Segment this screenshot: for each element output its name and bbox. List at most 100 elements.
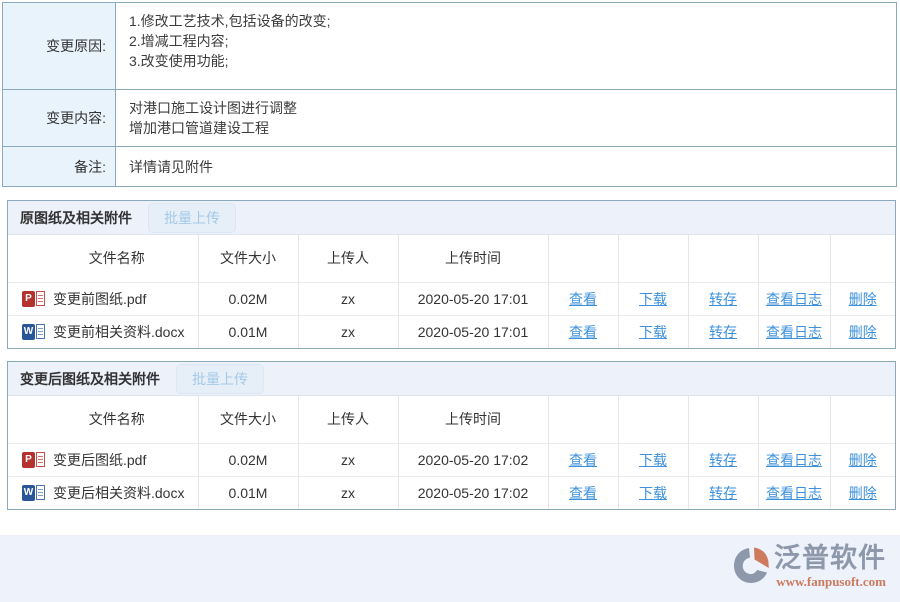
file-uploader: zx: [298, 476, 398, 509]
file-name: 变更后图纸.pdf: [53, 450, 146, 470]
remark-value: 详情请见附件: [116, 147, 896, 186]
changed-attachments-table: 文件名称 文件大小 上传人 上传时间 P: [8, 396, 895, 509]
file-cell: W 变更前相关资料.docx: [22, 322, 198, 342]
view-link[interactable]: 查看: [569, 485, 597, 501]
transfer-link[interactable]: 转存: [709, 485, 737, 501]
file-cell: W 变更后相关资料.docx: [22, 483, 198, 503]
transfer-link[interactable]: 转存: [709, 452, 737, 468]
change-reason-line-3: 3.改变使用功能;: [129, 51, 896, 71]
original-attachments-table: 文件名称 文件大小 上传人 上传时间 P: [8, 235, 895, 348]
view-link[interactable]: 查看: [569, 291, 597, 307]
change-reason-line-1: 1.修改工艺技术,包括设备的改变;: [129, 11, 896, 31]
file-size: 0.01M: [198, 315, 298, 348]
column-header-action: [618, 235, 688, 282]
file-name: 变更前相关资料.docx: [53, 322, 184, 342]
batch-upload-button[interactable]: 批量上传: [176, 364, 264, 394]
original-attachments-section: 原图纸及相关附件 批量上传 文件名称 文件大小 上传人 上传时间: [7, 200, 896, 349]
column-header-upload-time: 上传时间: [398, 396, 548, 443]
pdf-file-icon: P: [22, 291, 45, 307]
column-header-upload-time: 上传时间: [398, 235, 548, 282]
delete-link[interactable]: 删除: [849, 485, 877, 501]
column-header-action: [758, 396, 830, 443]
brand-text: 泛普软件 www.fanpusoft.com: [774, 543, 886, 590]
transfer-link[interactable]: 转存: [709, 291, 737, 307]
column-header-action: [758, 235, 830, 282]
file-icon-letter: W: [22, 485, 35, 501]
column-header-action: [830, 396, 895, 443]
change-detail-form: 变更原因: 1.修改工艺技术,包括设备的改变; 2.增减工程内容; 3.改变使用…: [2, 2, 897, 187]
word-file-icon: W: [22, 324, 45, 340]
change-reason-label: 变更原因:: [3, 3, 116, 89]
change-reason-value: 1.修改工艺技术,包括设备的改变; 2.增减工程内容; 3.改变使用功能;: [116, 3, 896, 89]
batch-upload-button[interactable]: 批量上传: [148, 203, 236, 233]
column-header-file-size: 文件大小: [198, 396, 298, 443]
original-attachments-header: 原图纸及相关附件 批量上传: [8, 201, 895, 235]
column-header-file-name: 文件名称: [8, 396, 198, 443]
form-row-remark: 备注: 详情请见附件: [3, 147, 896, 186]
delete-link[interactable]: 删除: [849, 324, 877, 340]
file-upload-time: 2020-05-20 17:02: [398, 476, 548, 509]
file-uploader: zx: [298, 443, 398, 476]
footer-band: 泛普软件 www.fanpusoft.com: [0, 535, 900, 602]
column-header-file-size: 文件大小: [198, 235, 298, 282]
fanpu-logo-icon: [731, 545, 771, 585]
file-size: 0.02M: [198, 282, 298, 315]
file-name: 变更前图纸.pdf: [53, 289, 146, 309]
column-header-uploader: 上传人: [298, 235, 398, 282]
file-row: P 变更前图纸.pdf 0.02M zx 2020-05-20 17:01 查看…: [8, 282, 895, 315]
file-icon-page: [36, 452, 45, 467]
brand-name: 泛普软件: [774, 543, 886, 573]
view-link[interactable]: 查看: [569, 452, 597, 468]
section-title: 原图纸及相关附件: [20, 208, 132, 228]
view-log-link[interactable]: 查看日志: [766, 485, 822, 501]
brand-url: www.fanpusoft.com: [776, 574, 886, 590]
change-reason-line-2: 2.增减工程内容;: [129, 31, 896, 51]
column-header-action: [548, 396, 618, 443]
file-icon-page: [36, 485, 45, 500]
file-upload-time: 2020-05-20 17:01: [398, 282, 548, 315]
delete-link[interactable]: 删除: [849, 291, 877, 307]
form-row-change-reason: 变更原因: 1.修改工艺技术,包括设备的改变; 2.增减工程内容; 3.改变使用…: [3, 3, 896, 90]
view-link[interactable]: 查看: [569, 324, 597, 340]
changed-attachments-section: 变更后图纸及相关附件 批量上传 文件名称 文件大小 上传人 上传时间: [7, 361, 896, 510]
file-row: W 变更后相关资料.docx 0.01M zx 2020-05-20 17:02…: [8, 476, 895, 509]
section-title: 变更后图纸及相关附件: [20, 369, 160, 389]
download-link[interactable]: 下载: [639, 324, 667, 340]
view-log-link[interactable]: 查看日志: [766, 291, 822, 307]
download-link[interactable]: 下载: [639, 291, 667, 307]
file-cell: P 变更前图纸.pdf: [22, 289, 198, 309]
changed-attachments-header: 变更后图纸及相关附件 批量上传: [8, 362, 895, 396]
column-header-action: [688, 235, 758, 282]
column-header-action: [618, 396, 688, 443]
brand-logo: 泛普软件 www.fanpusoft.com: [731, 543, 886, 590]
file-size: 0.02M: [198, 443, 298, 476]
pdf-file-icon: P: [22, 452, 45, 468]
form-row-change-content: 变更内容: 对港口施工设计图进行调整 增加港口管道建设工程: [3, 90, 896, 147]
change-content-value: 对港口施工设计图进行调整 增加港口管道建设工程: [116, 90, 896, 146]
view-log-link[interactable]: 查看日志: [766, 452, 822, 468]
file-icon-letter: P: [22, 452, 35, 468]
column-header-action: [830, 235, 895, 282]
file-uploader: zx: [298, 282, 398, 315]
file-uploader: zx: [298, 315, 398, 348]
transfer-link[interactable]: 转存: [709, 324, 737, 340]
table-header-row: 文件名称 文件大小 上传人 上传时间: [8, 396, 895, 443]
delete-link[interactable]: 删除: [849, 452, 877, 468]
download-link[interactable]: 下载: [639, 452, 667, 468]
download-link[interactable]: 下载: [639, 485, 667, 501]
column-header-file-name: 文件名称: [8, 235, 198, 282]
file-icon-page: [36, 291, 45, 306]
file-row: W 变更前相关资料.docx 0.01M zx 2020-05-20 17:01…: [8, 315, 895, 348]
file-size: 0.01M: [198, 476, 298, 509]
file-icon-letter: W: [22, 324, 35, 340]
view-log-link[interactable]: 查看日志: [766, 324, 822, 340]
file-icon-page: [36, 324, 45, 339]
change-content-line-2: 增加港口管道建设工程: [129, 118, 896, 138]
file-upload-time: 2020-05-20 17:02: [398, 443, 548, 476]
file-icon-letter: P: [22, 291, 35, 307]
word-file-icon: W: [22, 485, 45, 501]
column-header-uploader: 上传人: [298, 396, 398, 443]
table-header-row: 文件名称 文件大小 上传人 上传时间: [8, 235, 895, 282]
column-header-action: [548, 235, 618, 282]
column-header-action: [688, 396, 758, 443]
